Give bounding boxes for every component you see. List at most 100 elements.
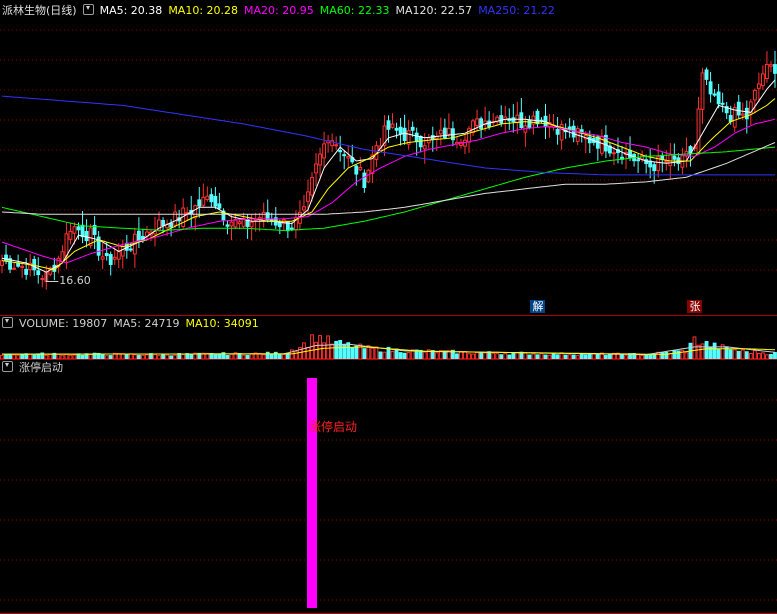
candle-body <box>390 123 395 128</box>
candle-body <box>310 177 314 196</box>
volume-bar <box>406 352 411 359</box>
volume-bar <box>402 352 407 359</box>
volume-bar <box>740 349 745 359</box>
candle-body <box>205 195 210 201</box>
volume-bar <box>189 353 194 359</box>
volume-bar <box>479 352 484 359</box>
candlestick <box>539 117 544 124</box>
candlestick <box>36 257 41 284</box>
volume-bar <box>60 355 65 359</box>
volume-bar <box>128 353 133 359</box>
volume-bar <box>704 341 709 359</box>
volume-bar <box>575 355 580 359</box>
volume-bar <box>269 354 274 359</box>
price-panel[interactable]: 派林生物(日线) MA5: 20.38 MA10: 20.28 MA20: 20.95… <box>0 0 777 316</box>
volume-bar <box>748 353 753 359</box>
candle-body <box>362 172 367 189</box>
candle-body <box>555 129 560 135</box>
candlestick <box>92 216 97 250</box>
candlestick <box>732 103 737 132</box>
event-mark[interactable]: 张 <box>687 300 703 313</box>
candle-body <box>68 230 73 240</box>
volume-bar <box>515 351 520 359</box>
candle-body <box>756 83 761 89</box>
volume-bar <box>418 349 423 359</box>
candle-body <box>197 199 202 207</box>
volume-bar <box>136 354 141 359</box>
volume-bar <box>76 353 81 359</box>
candlestick <box>736 94 741 119</box>
signal-chart[interactable] <box>0 360 777 614</box>
volume-panel[interactable]: VOLUME: 19807 MA5: 24719 MA10: 34091 <box>0 316 777 360</box>
candle-body <box>217 203 222 209</box>
candlestick <box>559 120 564 150</box>
candlestick <box>302 194 306 213</box>
candle-body <box>410 126 415 131</box>
volume-bar <box>358 343 363 359</box>
volume-bar <box>132 354 137 359</box>
candle-body <box>100 256 105 260</box>
candlestick <box>358 157 363 172</box>
candle-body <box>334 144 339 147</box>
candle-body <box>84 231 89 242</box>
volume-bar <box>229 353 234 359</box>
candlestick <box>712 88 717 97</box>
volume-bar <box>652 354 657 359</box>
candlestick <box>0 254 4 274</box>
volume-bar <box>563 354 568 359</box>
candlestick <box>88 223 93 249</box>
candle-body <box>302 206 306 211</box>
volume-bar <box>603 354 608 359</box>
volume-bar <box>241 354 246 359</box>
candle-body <box>237 221 242 225</box>
candlestick <box>173 204 178 228</box>
candle-body <box>229 221 234 227</box>
candle-body <box>769 64 773 67</box>
stock-name: 派林生物(日线) <box>2 4 77 17</box>
price-chart[interactable] <box>0 0 777 316</box>
volume-bar <box>527 354 532 359</box>
candle-body <box>446 127 451 135</box>
signal-panel[interactable]: 涨停启动 涨停启动 <box>0 360 777 614</box>
candle-body <box>128 248 133 251</box>
candlestick <box>495 115 500 125</box>
volume-bar <box>644 354 649 359</box>
limit-up-signal-bar <box>307 378 318 608</box>
candlestick <box>446 113 451 138</box>
volume-bar <box>459 350 463 359</box>
volume-bar <box>583 354 588 359</box>
volume-bar <box>374 346 379 359</box>
volume-bar <box>491 352 496 359</box>
volume-bar <box>712 342 717 359</box>
candlestick <box>362 169 367 193</box>
candlestick <box>467 126 471 153</box>
volume-bar <box>716 348 721 359</box>
volume-bar <box>756 353 761 359</box>
volume-bar <box>455 353 459 359</box>
volume-bar <box>44 354 49 359</box>
candle-body <box>12 267 17 270</box>
candle-body <box>108 254 113 265</box>
volume-bar <box>483 352 488 359</box>
candlestick <box>765 51 769 83</box>
candle-body <box>773 64 777 74</box>
signal-toggle-icon[interactable] <box>2 361 13 372</box>
volume-bar <box>624 355 628 359</box>
volume-bar <box>728 349 733 359</box>
candlestick <box>438 117 443 146</box>
volume-bar <box>56 353 61 359</box>
candlestick <box>442 118 447 140</box>
volume-bar <box>157 355 161 359</box>
volume-bar <box>382 351 387 359</box>
volume-bar <box>744 351 749 359</box>
event-mark[interactable]: 解 <box>530 300 546 313</box>
candlestick <box>314 153 318 187</box>
candlestick <box>132 227 137 268</box>
candle-body <box>696 108 701 154</box>
volume-bar <box>736 350 741 359</box>
volume-bar <box>378 351 383 359</box>
legend-toggle-icon[interactable] <box>82 4 94 15</box>
candle-body <box>289 227 294 231</box>
candlestick <box>724 102 729 120</box>
volume-toggle-icon[interactable] <box>2 317 13 328</box>
